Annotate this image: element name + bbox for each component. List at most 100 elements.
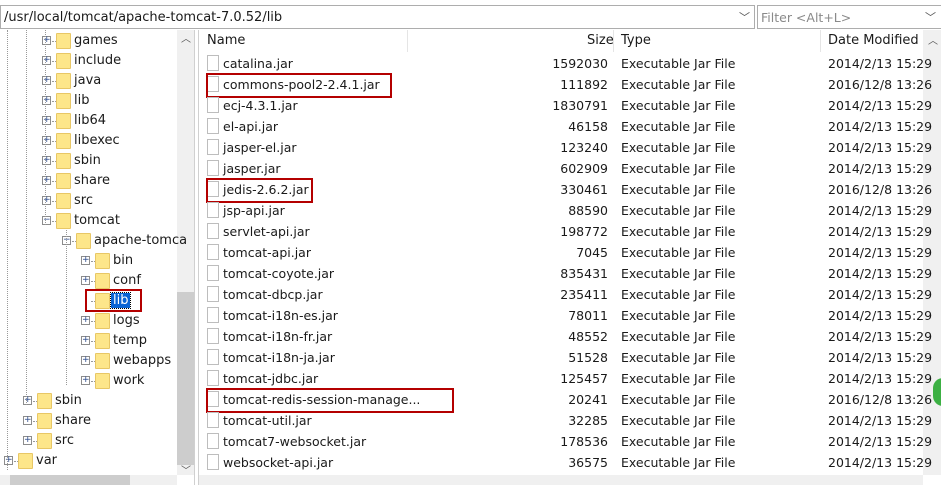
tree-horizontal-scrollbar[interactable] bbox=[0, 475, 177, 485]
chevron-down-icon[interactable]: ﹀ bbox=[739, 9, 750, 25]
column-header-type[interactable]: Type bbox=[621, 30, 651, 52]
file-row[interactable]: tomcat-jdbc.jar 125457 Executable Jar File… bbox=[199, 368, 932, 389]
file-row[interactable]: tomcat7-websocket.jar 178536 Executable Ja… bbox=[199, 431, 932, 452]
folder-icon bbox=[56, 73, 71, 89]
column-header-date[interactable]: Date Modified bbox=[828, 30, 919, 52]
file-type: Executable Jar File bbox=[621, 245, 736, 260]
tree-item-label: share bbox=[55, 413, 92, 428]
file-icon bbox=[207, 286, 219, 302]
expand-icon[interactable]: + bbox=[4, 456, 13, 465]
file-date: 2014/2/13 15:29 bbox=[828, 161, 933, 176]
file-name: servlet-api.jar bbox=[223, 224, 310, 239]
file-date: 2014/2/13 15:29 bbox=[828, 350, 933, 365]
file-row[interactable]: websocket-api.jar 36575 Executable Jar Fil… bbox=[199, 452, 932, 473]
file-row[interactable]: servlet-api.jar 198772 Executable Jar File… bbox=[199, 221, 932, 242]
file-row[interactable]: jedis-2.6.2.jar 330461 Executable Jar File… bbox=[199, 178, 932, 203]
expand-icon[interactable]: + bbox=[42, 76, 51, 85]
file-size: 1592030 bbox=[552, 56, 608, 71]
scroll-up-icon[interactable]: ︿ bbox=[928, 32, 938, 47]
tree-guide-line bbox=[66, 230, 67, 385]
file-row[interactable]: tomcat-redis-session-manage... 20241 Execu… bbox=[199, 388, 932, 413]
file-row[interactable]: commons-pool2-2.4.1.jar 111892 Executable … bbox=[199, 73, 932, 98]
expand-icon[interactable]: + bbox=[42, 96, 51, 105]
tree-item[interactable]: + src bbox=[0, 431, 177, 451]
tree-item-label: temp bbox=[113, 333, 148, 348]
file-date: 2014/2/13 15:29 bbox=[828, 140, 933, 155]
scrollbar-thumb[interactable] bbox=[177, 292, 194, 465]
file-name: tomcat-dbcp.jar bbox=[223, 287, 323, 302]
file-row[interactable]: tomcat-i18n-es.jar 78011 Executable Jar Fi… bbox=[199, 305, 932, 326]
file-date: 2014/2/13 15:29 bbox=[828, 371, 933, 386]
file-row[interactable]: tomcat-i18n-ja.jar 51528 Executable Jar Fi… bbox=[199, 347, 932, 368]
tree-item[interactable]: + share bbox=[0, 411, 177, 431]
tree-item[interactable]: + var bbox=[0, 451, 177, 471]
expand-icon[interactable]: + bbox=[42, 116, 51, 125]
expand-icon[interactable]: + bbox=[42, 36, 51, 45]
expand-icon[interactable]: + bbox=[42, 56, 51, 65]
file-type: Executable Jar File bbox=[621, 455, 736, 470]
file-icon bbox=[207, 349, 219, 365]
path-combobox[interactable]: /usr/local/tomcat/apache-tomcat-7.0.52/l… bbox=[0, 5, 755, 29]
expand-icon[interactable]: + bbox=[42, 176, 51, 185]
file-size: 330461 bbox=[560, 182, 608, 197]
expand-icon[interactable]: + bbox=[42, 196, 51, 205]
file-type: Executable Jar File bbox=[621, 266, 736, 281]
folder-icon bbox=[18, 453, 33, 469]
file-size: 125457 bbox=[560, 371, 608, 386]
file-row[interactable]: catalina.jar 1592030 Executable Jar File 20… bbox=[199, 53, 932, 74]
file-size: 88590 bbox=[568, 203, 608, 218]
file-row[interactable]: jasper.jar 602909 Executable Jar File 2014/… bbox=[199, 158, 932, 179]
file-type: Executable Jar File bbox=[621, 224, 736, 239]
folder-icon bbox=[56, 213, 71, 229]
expand-icon[interactable]: + bbox=[23, 396, 32, 405]
file-type: Executable Jar File bbox=[621, 308, 736, 323]
scroll-down-icon[interactable]: ﹀ bbox=[181, 462, 191, 477]
scrollbar-thumb[interactable] bbox=[10, 475, 130, 485]
file-icon bbox=[207, 55, 219, 71]
file-name: jasper.jar bbox=[223, 161, 281, 176]
folder-icon bbox=[37, 413, 52, 429]
column-header-size[interactable]: Size bbox=[587, 30, 614, 52]
file-name: jsp-api.jar bbox=[223, 203, 285, 218]
expand-icon[interactable]: + bbox=[81, 316, 90, 325]
tree-vertical-scrollbar[interactable]: ︿ ﹀ bbox=[177, 30, 194, 477]
file-row[interactable]: jasper-el.jar 123240 Executable Jar File 20… bbox=[199, 137, 932, 158]
filter-input[interactable]: Filter <Alt+L> ﹀ bbox=[757, 5, 941, 29]
file-name: tomcat-i18n-es.jar bbox=[223, 308, 338, 323]
expand-icon[interactable]: + bbox=[81, 336, 90, 345]
collapse-icon[interactable]: − bbox=[42, 216, 51, 225]
column-header-name[interactable]: Name bbox=[207, 30, 245, 52]
expand-icon[interactable]: + bbox=[81, 356, 90, 365]
file-row[interactable]: tomcat-util.jar 32285 Executable Jar File 2… bbox=[199, 410, 932, 431]
file-row[interactable]: tomcat-api.jar 7045 Executable Jar File 201… bbox=[199, 242, 932, 263]
file-type: Executable Jar File bbox=[621, 434, 736, 449]
expand-icon[interactable]: + bbox=[81, 256, 90, 265]
expand-icon[interactable]: + bbox=[23, 436, 32, 445]
file-row[interactable]: tomcat-i18n-fr.jar 48552 Executable Jar Fi… bbox=[199, 326, 932, 347]
tree-guide-line bbox=[7, 30, 8, 470]
path-value: /usr/local/tomcat/apache-tomcat-7.0.52/l… bbox=[4, 9, 283, 25]
file-size: 32285 bbox=[568, 413, 608, 428]
folder-icon bbox=[56, 153, 71, 169]
file-date: 2014/2/13 15:29 bbox=[828, 434, 933, 449]
file-row[interactable]: ecj-4.3.1.jar 1830791 Executable Jar File 2… bbox=[199, 95, 932, 116]
expand-icon[interactable]: + bbox=[81, 276, 90, 285]
file-row[interactable]: tomcat-coyote.jar 835431 Executable Jar Fi… bbox=[199, 263, 932, 284]
file-row[interactable]: el-api.jar 46158 Executable Jar File 2014/2… bbox=[199, 116, 932, 137]
file-name: tomcat-api.jar bbox=[223, 245, 311, 260]
file-icon bbox=[207, 454, 219, 470]
file-row[interactable]: tomcat-dbcp.jar 235411 Executable Jar File… bbox=[199, 284, 932, 305]
file-row[interactable]: jsp-api.jar 88590 Executable Jar File 2014/… bbox=[199, 200, 932, 221]
scroll-up-icon[interactable]: ︿ bbox=[181, 30, 191, 45]
file-date: 2014/2/13 15:29 bbox=[828, 56, 933, 71]
expand-icon[interactable]: + bbox=[42, 136, 51, 145]
expand-icon[interactable]: + bbox=[23, 416, 32, 425]
floating-badge-icon[interactable] bbox=[933, 378, 941, 406]
chevron-down-icon[interactable]: ﹀ bbox=[925, 9, 936, 25]
filter-placeholder: Filter <Alt+L> bbox=[761, 9, 852, 25]
list-horizontal-scrollbar[interactable] bbox=[199, 475, 923, 485]
expand-icon[interactable]: + bbox=[42, 156, 51, 165]
expand-icon[interactable]: + bbox=[81, 376, 90, 385]
file-icon bbox=[207, 307, 219, 323]
file-name: catalina.jar bbox=[223, 56, 293, 71]
